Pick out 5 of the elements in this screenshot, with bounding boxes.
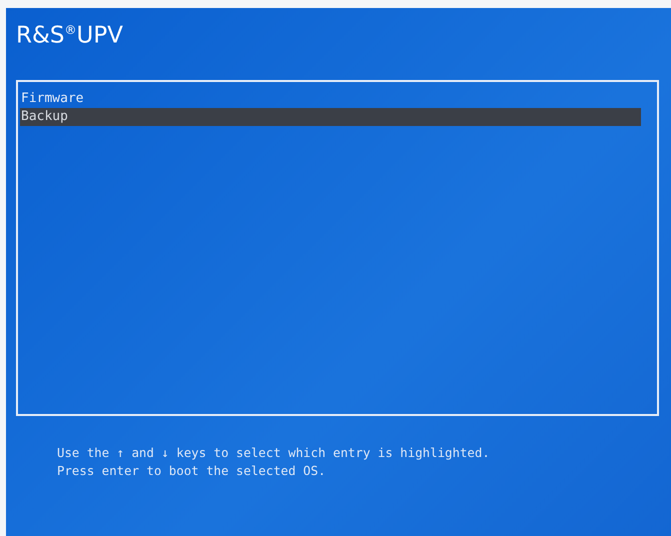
help-text: Press enter to boot the selected OS. [57, 462, 327, 480]
help-text: Use the ↑ and ↓ keys to select which entry is highlighted. [57, 444, 490, 462]
boot-entry[interactable]: Firmware [20, 90, 641, 108]
product-title: R&S$^{®}$UPV [16, 22, 123, 50]
boot-entry[interactable]: Backup [20, 108, 641, 126]
